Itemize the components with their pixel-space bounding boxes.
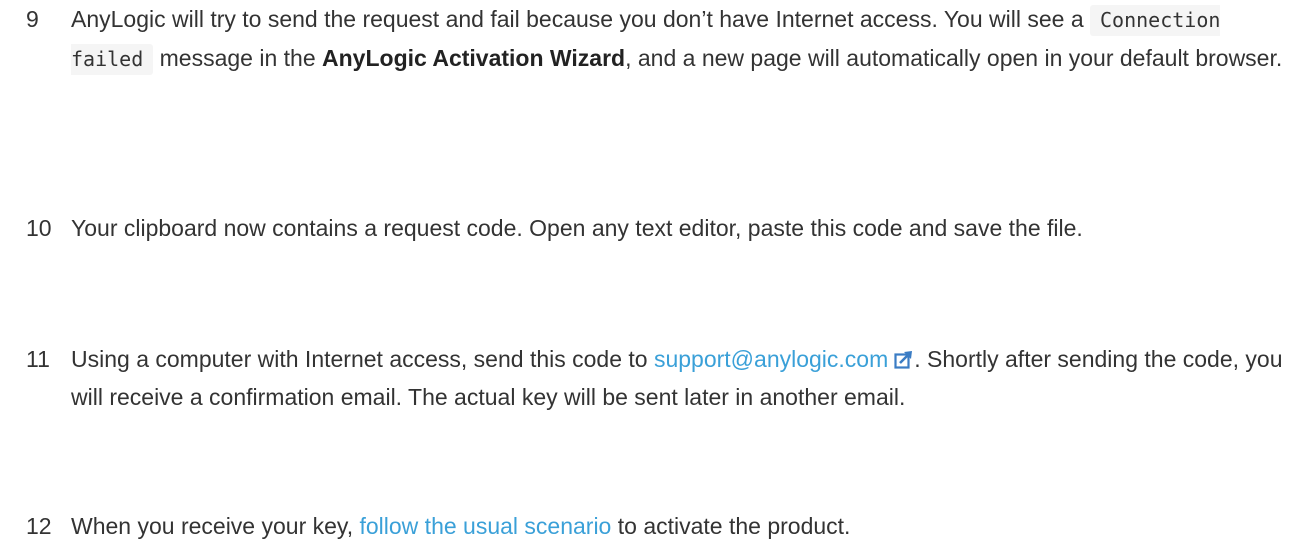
step-number: 10: [26, 215, 52, 241]
activation-wizard-label: AnyLogic Activation Wizard: [322, 45, 626, 71]
usual-scenario-link[interactable]: follow the usual scenario: [359, 513, 611, 539]
step-number: 12: [26, 513, 52, 539]
step-number: 11: [26, 346, 50, 372]
step-text: Your clipboard now contains a request co…: [71, 215, 1083, 241]
step-text: AnyLogic will try to send the request an…: [71, 0, 1296, 78]
step-9-text-3: , and a new page will automatically open…: [625, 45, 1283, 71]
step-11-text-1: Using a computer with Internet access, s…: [71, 346, 654, 372]
activation-steps-list: 9 AnyLogic will try to send the request …: [0, 0, 1310, 555]
step-9-text-2: message in the: [153, 45, 323, 71]
step-text: When you receive your key, follow the us…: [71, 507, 1296, 545]
support-email-label: support@anylogic.com: [653, 346, 889, 372]
step-12-text-2: to activate the product.: [611, 513, 851, 539]
support-email-link[interactable]: support@anylogic.com: [654, 346, 914, 372]
step-12-text-1: When you receive your key,: [71, 513, 360, 539]
step-text: Using a computer with Internet access, s…: [71, 340, 1296, 416]
step-9-text-1: AnyLogic will try to send the request an…: [71, 6, 1091, 32]
external-link-icon: [894, 351, 913, 369]
step-number: 9: [26, 6, 39, 32]
